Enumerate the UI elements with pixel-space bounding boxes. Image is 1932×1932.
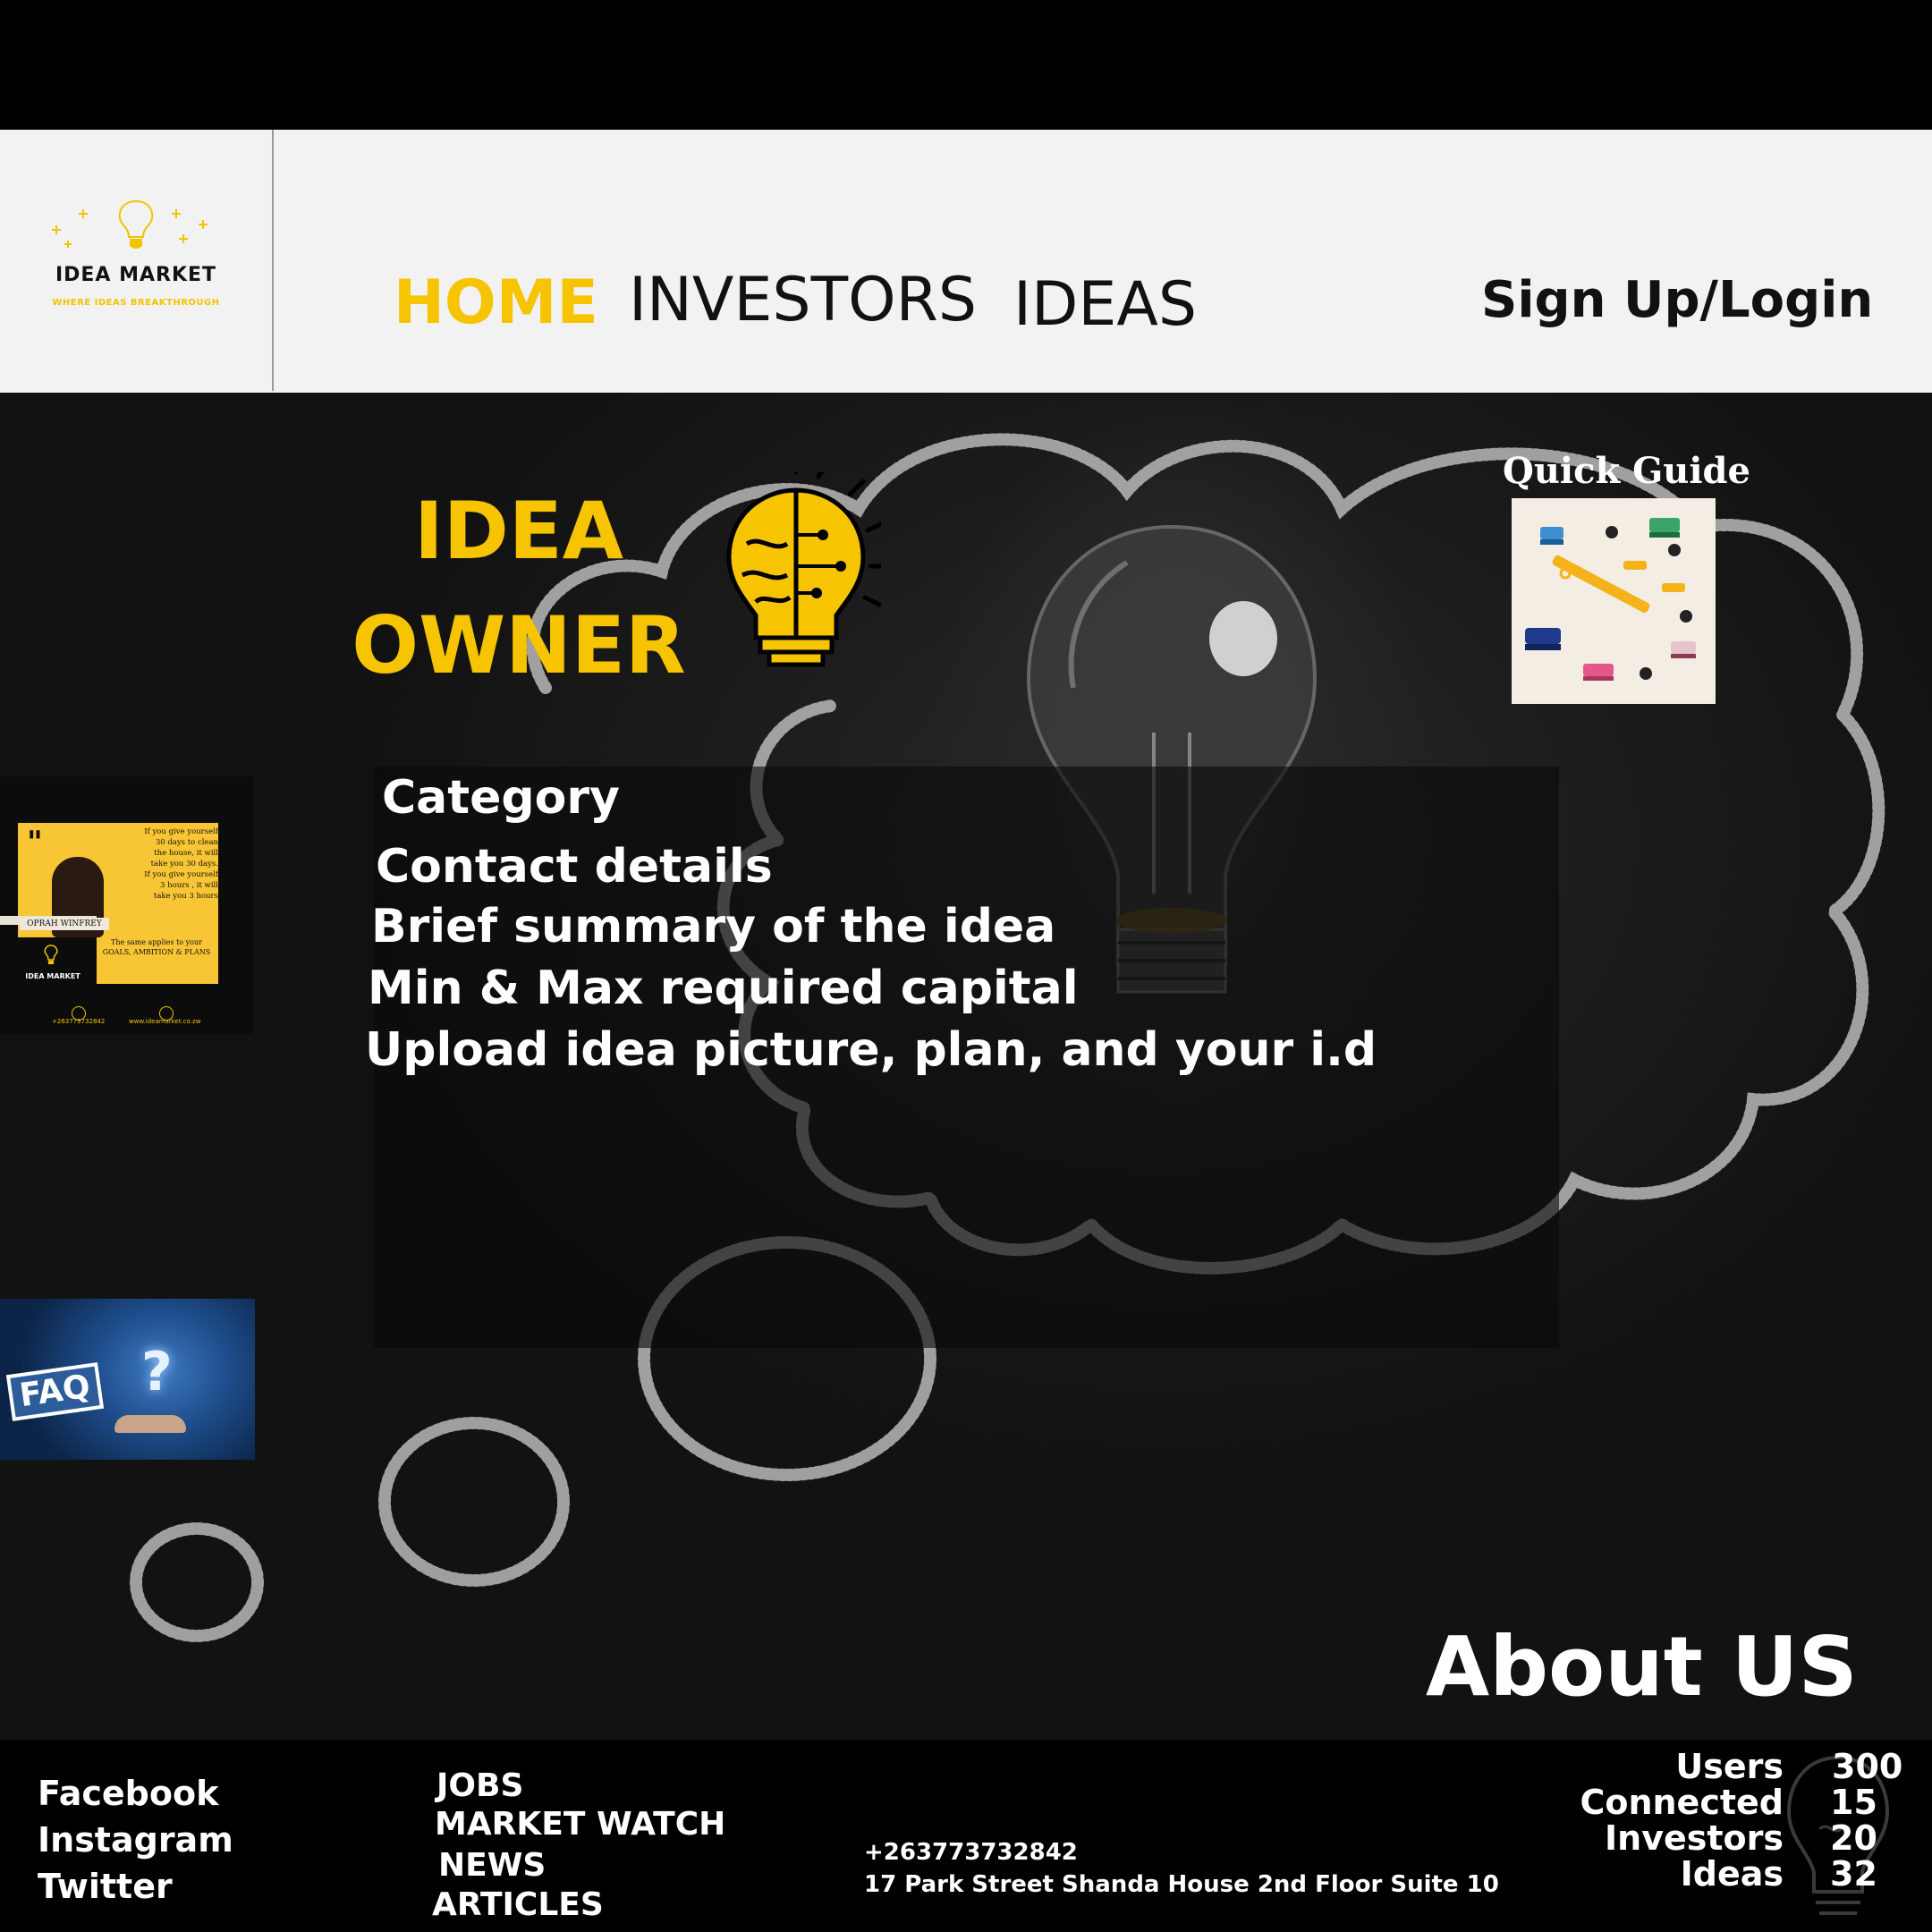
nav-home[interactable]: HOME: [394, 273, 598, 334]
info-item-capital[interactable]: Min & Max required capital: [368, 965, 1079, 1012]
quick-guide-card[interactable]: [1512, 498, 1716, 704]
stat-label-connected: Connected: [1580, 1783, 1784, 1822]
lightbulb-icon: [52, 199, 208, 249]
quote-card[interactable]: " If you give yourself 30 days to clean …: [0, 776, 253, 1034]
logo-brand: IDEA MARKET: [55, 264, 217, 286]
hand-image: [114, 1415, 186, 1433]
stat-label-users: Users: [1675, 1747, 1784, 1786]
info-item-category[interactable]: Category: [382, 775, 620, 821]
logo[interactable]: IDEA MARKET WHERE IDEAS BREAKTHROUGH: [0, 130, 274, 391]
lightbulb-icon: [44, 945, 58, 964]
footer-address: 17 Park Street Shanda House 2nd Floor Su…: [864, 1871, 1499, 1898]
info-item-summary[interactable]: Brief summary of the idea: [371, 903, 1055, 950]
quote-mark-icon: ": [27, 825, 43, 860]
quote-phone: +263773732842: [52, 1018, 106, 1025]
quick-guide-label[interactable]: Quick Guide: [1503, 450, 1750, 492]
header-bar: [0, 130, 1932, 393]
stat-label-ideas: Ideas: [1680, 1854, 1784, 1894]
footer-articles-link[interactable]: ARTICLES: [432, 1889, 604, 1921]
footer-instagram-link[interactable]: Instagram: [38, 1823, 233, 1857]
info-item-upload[interactable]: Upload idea picture, plan, and your i.d: [365, 1027, 1377, 1073]
faq-card[interactable]: FAQ ?: [0, 1299, 255, 1460]
title-line-1: IDEA: [413, 485, 623, 577]
quote-card-brand: IDEA MARKET: [25, 972, 80, 980]
stat-value-investors: 20: [1830, 1818, 1877, 1858]
title-line-2: OWNER: [352, 599, 686, 691]
idea-owner-title: IDEA OWNER: [286, 474, 751, 703]
footer-facebook-link[interactable]: Facebook: [38, 1776, 218, 1810]
nav-ideas[interactable]: IDEAS: [1013, 275, 1197, 335]
stat-value-connected: 15: [1830, 1783, 1877, 1822]
nav-investors[interactable]: INVESTORS: [629, 270, 977, 331]
footer-jobs-link[interactable]: JOBS: [436, 1770, 523, 1802]
quote-website: www.ideamarket.co.zw: [129, 1018, 201, 1025]
footer-news-link[interactable]: NEWS: [438, 1850, 546, 1882]
stat-value-ideas: 32: [1830, 1854, 1877, 1894]
info-item-contact[interactable]: Contact details: [376, 843, 773, 890]
quote-subtext: The same applies to your GOALS, AMBITION…: [102, 938, 211, 956]
signup-login-button[interactable]: Sign Up/Login: [1481, 275, 1873, 326]
quote-text: If you give yourself 30 days to clean th…: [144, 827, 218, 901]
footer-market-watch-link[interactable]: MARKET WATCH: [435, 1809, 725, 1841]
stat-label-investors: Investors: [1605, 1818, 1784, 1858]
guide-illustration-icon: [1525, 518, 1696, 681]
footer-twitter-link[interactable]: Twitter: [38, 1869, 173, 1903]
question-mark-icon: ?: [141, 1341, 173, 1403]
brain-bulb-icon: [726, 472, 881, 667]
about-us-heading[interactable]: About US: [1426, 1626, 1858, 1708]
stat-value-users: 300: [1832, 1747, 1903, 1786]
quote-author: OPRAH WINFREY: [20, 918, 109, 930]
footer-phone: +263773732842: [864, 1839, 1078, 1866]
faq-label: FAQ: [5, 1362, 105, 1421]
logo-tagline: WHERE IDEAS BREAKTHROUGH: [52, 298, 220, 308]
